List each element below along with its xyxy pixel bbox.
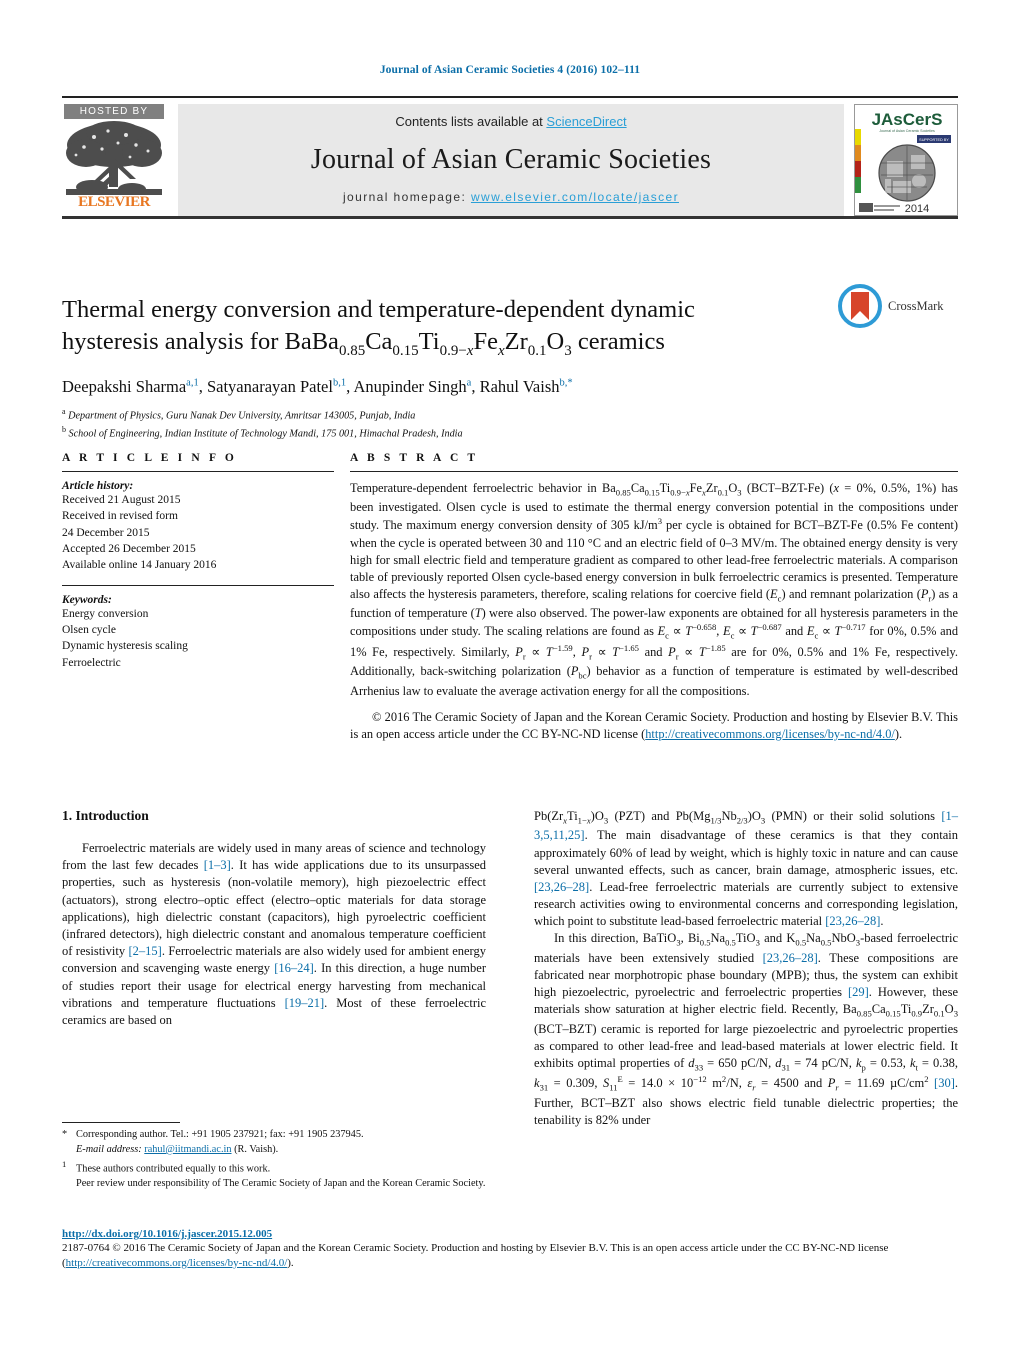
keywords-rule — [62, 584, 334, 586]
doi-link-wrapper: http://dx.doi.org/10.1016/j.jascer.2015.… — [62, 1228, 958, 1240]
article-body: 1. Introduction Ferroelectric materials … — [62, 808, 958, 1129]
footer-license-link[interactable]: http://creativecommons.org/licenses/by-n… — [66, 1257, 288, 1269]
article-info-heading: A R T I C L E I N F O — [62, 452, 237, 464]
citation-ref[interactable]: [2–15] — [128, 944, 161, 958]
corresponding-email-link[interactable]: rahul@iitmandi.ac.in — [144, 1144, 231, 1155]
intro-paragraph-3: In this direction, BaTiO3, Bi0.5Na0.5TiO… — [534, 931, 959, 1127]
article-info-column: A R T I C L E I N F O Article history: R… — [62, 452, 334, 743]
footnote-peer-review: Peer review under responsibility of The … — [76, 1178, 486, 1190]
citation-ref[interactable]: [30] — [934, 1076, 955, 1090]
elsevier-hosted-by-block: HOSTED BY ELSEVIER — [62, 104, 166, 216]
keyword-item: Energy conversion — [62, 607, 149, 620]
abstract-column: A B S T R A C T Temperature-dependent fe… — [350, 452, 958, 743]
footnote-asterisk: * — [62, 1129, 68, 1140]
page-footer: http://dx.doi.org/10.1016/j.jascer.2015.… — [62, 1228, 958, 1271]
title-line-1: Thermal energy conversion and temperatur… — [62, 296, 695, 324]
history-item: Received in revised form — [62, 510, 178, 523]
abstract-rule — [350, 471, 958, 472]
footnote-rule — [62, 1122, 180, 1123]
history-item: Available online 14 January 2016 — [62, 559, 217, 572]
affiliation-a: a Department of Physics, Guru Nanak Dev … — [62, 407, 416, 422]
history-item: Received 21 August 2015 — [62, 494, 181, 506]
body-column-left: 1. Introduction Ferroelectric materials … — [62, 808, 486, 1129]
elsevier-wordmark: ELSEVIER — [78, 194, 150, 210]
sciencedirect-link[interactable]: ScienceDirect — [546, 114, 626, 129]
footer-copyright: 2187-0764 © 2016 The Ceramic Society of … — [62, 1242, 889, 1269]
crossmark-badge[interactable]: CrossMark — [838, 282, 958, 330]
title-chemical-formula: Ba0.85Ca0.15Ti0.9−xFexZr0.1O3 — [311, 327, 572, 359]
masthead-bottom-rule — [62, 216, 958, 219]
homepage-label: journal homepage: — [342, 190, 471, 204]
running-head: Journal of Asian Ceramic Societies 4 (20… — [379, 64, 641, 76]
affiliations: a Department of Physics, Guru Nanak Dev … — [62, 406, 958, 442]
journal-cover-thumbnail[interactable]: JAsCerS Journal of Asian Ceramic Societi… — [854, 104, 958, 216]
citation-ref[interactable]: [23,26–28] — [763, 951, 818, 965]
svg-text:2014: 2014 — [905, 203, 929, 215]
citation-ref[interactable]: [16–24] — [274, 961, 314, 975]
crossmark-label: CrossMark — [888, 298, 944, 313]
svg-text:Journal of Asian Ceramic Socie: Journal of Asian Ceramic Societies — [879, 129, 935, 133]
citation-ref[interactable]: [29] — [848, 985, 869, 999]
contents-lists-line: Contents lists available at ScienceDirec… — [395, 114, 626, 129]
keyword-item: Dynamic hysteresis scaling — [62, 640, 188, 653]
masthead-top-rule — [62, 96, 958, 98]
intro-paragraph-1: Ferroelectric materials are widely used … — [62, 841, 486, 1027]
journal-homepage-link[interactable]: www.elsevier.com/locate/jascer — [471, 190, 679, 204]
cc-license-link[interactable]: http://creativecommons.org/licenses/by-n… — [645, 727, 895, 741]
keyword-item: Ferroelectric — [62, 656, 121, 669]
author-3[interactable]: Anupinder Singha — [353, 377, 471, 396]
footnote-block: * Corresponding author. Tel.: +91 1905 23… — [62, 1122, 486, 1192]
article-history-label: Article history: — [62, 480, 134, 492]
elsevier-tree-icon — [64, 119, 164, 197]
journal-masthead: HOSTED BY ELSEVIER Contents lists availa… — [62, 96, 958, 219]
author-1[interactable]: Deepakshi Sharmaa,1 — [62, 377, 199, 396]
intro-paragraph-2: Pb(ZrxTi1−x)O3 (PZT) and Pb(Mg1/3Nb2/3)O… — [534, 809, 958, 929]
affiliation-b: b School of Engineering, Indian Institut… — [62, 425, 463, 440]
body-column-right: Pb(ZrxTi1−x)O3 (PZT) and Pb(Mg1/3Nb2/3)O… — [534, 808, 958, 1129]
email-address-label: E-mail address: — [76, 1143, 142, 1155]
author-2[interactable]: Satyanarayan Patelb,1 — [207, 377, 346, 396]
citation-ref[interactable]: [1–3] — [204, 858, 231, 872]
journal-homepage-line: journal homepage: www.elsevier.com/locat… — [343, 190, 679, 204]
citation-ref[interactable]: [19–21] — [285, 996, 325, 1010]
title-line-2: hysteresis analysis for BaBa0.85Ca0.15Ti… — [62, 327, 665, 359]
keyword-item: Olsen cycle — [62, 623, 116, 636]
contents-lists-prefix: Contents lists available at — [395, 114, 547, 129]
history-item: Accepted 26 December 2015 — [62, 542, 196, 555]
abstract-text: Temperature-dependent ferroelectric beha… — [350, 481, 959, 698]
journal-title-panel: Contents lists available at ScienceDirec… — [178, 104, 844, 216]
footnote-numeral: 1 — [62, 1158, 67, 1169]
paper-page: Journal of Asian Ceramic Societies 4 (20… — [0, 0, 1020, 1351]
abstract-heading: A B S T R A C T — [350, 452, 479, 464]
footnote-equal-contribution: 1 These authors contributed equally to th… — [62, 1158, 486, 1177]
doi-link[interactable]: http://dx.doi.org/10.1016/j.jascer.2015.… — [62, 1228, 272, 1240]
hosted-by-label: HOSTED BY — [64, 104, 164, 119]
page-title: Thermal energy conversion and temperatur… — [62, 294, 762, 360]
article-info-rule — [62, 471, 334, 472]
crossmark-icon — [838, 284, 882, 328]
svg-text:SUPPORTED BY: SUPPORTED BY — [919, 138, 949, 142]
article-title-area: CrossMark Thermal energy conversion and … — [62, 278, 958, 442]
citation-ref[interactable]: [23,26–28] — [534, 880, 589, 894]
svg-text:JAsCerS: JAsCerS — [872, 110, 943, 129]
author-list: Deepakshi Sharmaa,1, Satyanarayan Patelb… — [62, 377, 573, 397]
journal-name: Journal of Asian Ceramic Societies — [310, 143, 712, 175]
info-abstract-section: A R T I C L E I N F O Article history: R… — [62, 452, 958, 743]
author-4[interactable]: Rahul Vaishb,* — [480, 377, 573, 396]
footnote-corresponding-author: * Corresponding author. Tel.: +91 1905 23… — [62, 1128, 486, 1143]
section-heading-introduction: 1. Introduction — [62, 808, 149, 823]
email-owner: (R. Vaish). — [234, 1143, 279, 1155]
keywords-label: Keywords: — [62, 593, 112, 606]
citation-ref[interactable]: [23,26–28] — [825, 914, 880, 928]
abstract-copyright: © 2016 The Ceramic Society of Japan and … — [350, 709, 958, 741]
history-item: 24 December 2015 — [62, 526, 150, 539]
footnote-email: E-mail address: rahul@iitmandi.ac.in (R.… — [62, 1143, 486, 1158]
